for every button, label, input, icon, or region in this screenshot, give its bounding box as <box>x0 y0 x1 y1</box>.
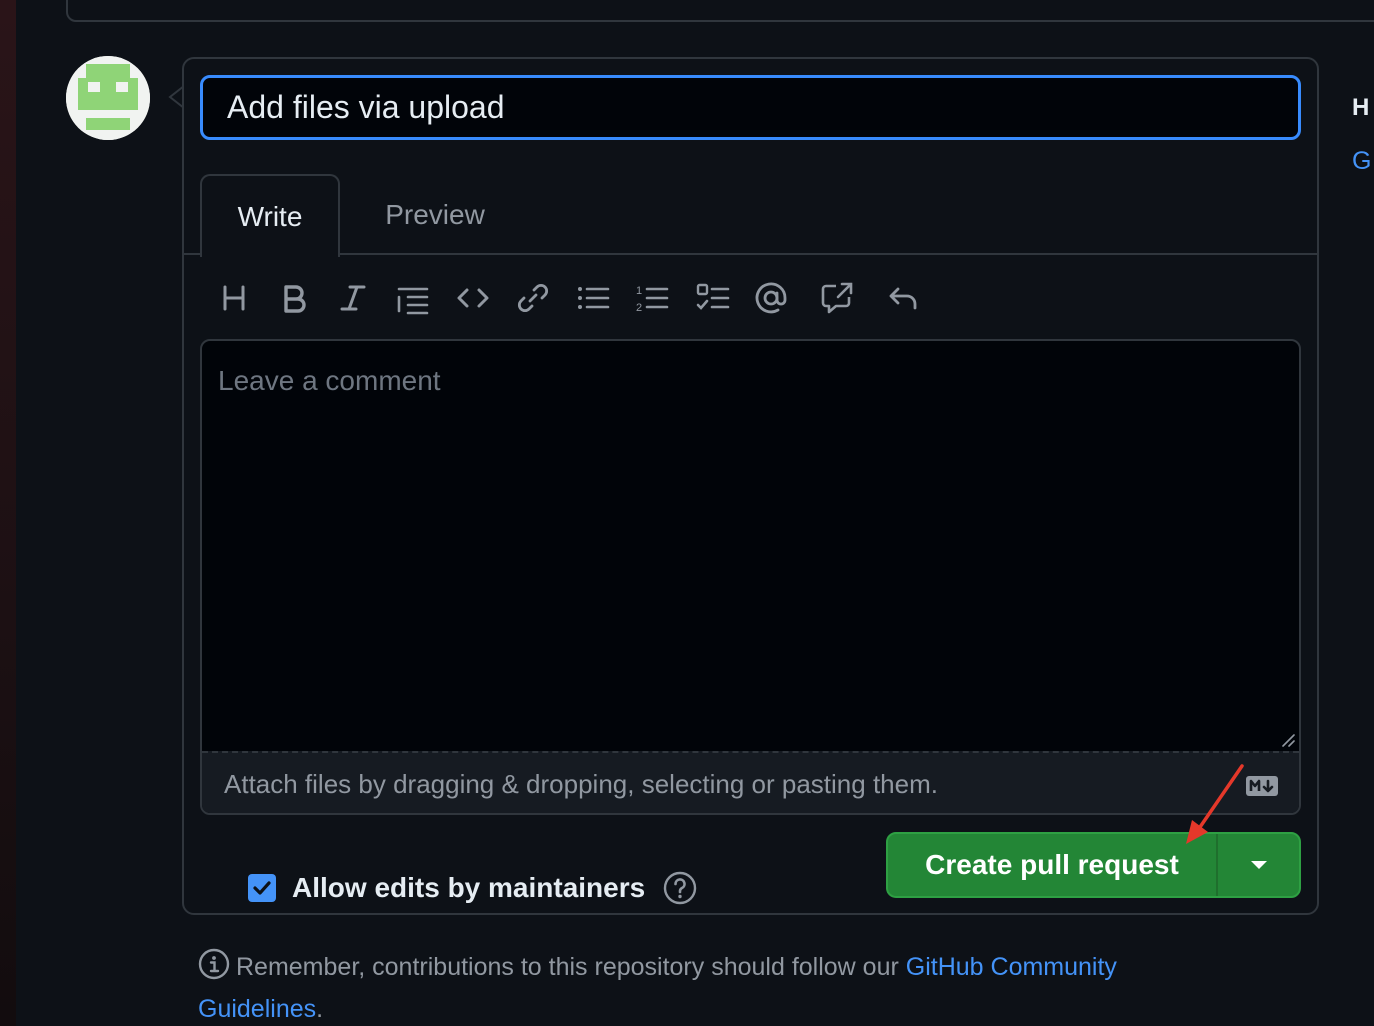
pr-title-input[interactable]: Add files via upload <box>200 75 1301 140</box>
create-pull-request-button[interactable]: Create pull request <box>888 834 1216 896</box>
svg-text:1: 1 <box>636 285 642 297</box>
resize-handle-icon[interactable] <box>1281 733 1295 747</box>
tabs-divider <box>184 253 1317 255</box>
comment-editor: Leave a comment Attach files by dragging… <box>200 339 1301 815</box>
allow-edits-checkbox[interactable] <box>248 874 276 902</box>
bold-icon[interactable] <box>274 278 314 318</box>
code-icon[interactable] <box>453 278 493 318</box>
user-avatar[interactable] <box>66 56 150 140</box>
comment-textarea[interactable]: Leave a comment <box>202 341 1299 751</box>
sidebar-link-partial[interactable]: G <box>1352 147 1371 176</box>
task-list-icon[interactable] <box>693 278 733 318</box>
identicon-icon <box>66 56 150 140</box>
cross-reference-icon[interactable] <box>817 278 857 318</box>
ordered-list-icon[interactable]: 12 <box>632 278 672 318</box>
background-edge <box>0 0 16 1026</box>
attach-hint-text: Attach files by dragging & dropping, sel… <box>224 768 938 799</box>
allow-edits-option[interactable]: Allow edits by maintainers <box>248 868 697 908</box>
community-guidelines-note: Remember, contributions to this reposito… <box>198 948 1198 1026</box>
reply-icon[interactable] <box>883 278 923 318</box>
note-suffix: . <box>316 995 324 1023</box>
svg-text:2: 2 <box>636 302 642 314</box>
quote-icon[interactable] <box>393 278 433 318</box>
link-icon[interactable] <box>513 278 553 318</box>
markdown-icon[interactable] <box>1245 775 1279 797</box>
tab-write[interactable]: Write <box>200 174 340 257</box>
tab-preview[interactable]: Preview <box>360 174 510 256</box>
caret-down-icon <box>1250 861 1267 869</box>
info-icon <box>198 948 230 991</box>
allow-edits-label: Allow edits by maintainers <box>292 872 646 903</box>
heading-icon[interactable] <box>214 278 254 318</box>
unordered-list-icon[interactable] <box>573 278 613 318</box>
help-icon[interactable] <box>663 871 697 905</box>
note-text: Remember, contributions to this reposito… <box>236 953 906 981</box>
file-attachment-bar[interactable]: Attach files by dragging & dropping, sel… <box>202 751 1299 813</box>
annotation-arrow-icon <box>1186 764 1244 844</box>
italic-icon[interactable] <box>333 278 373 318</box>
mention-icon[interactable] <box>751 278 791 318</box>
checkmark-icon <box>253 881 271 895</box>
sidebar-heading-partial: H <box>1352 94 1370 121</box>
previous-section-box <box>66 0 1374 22</box>
